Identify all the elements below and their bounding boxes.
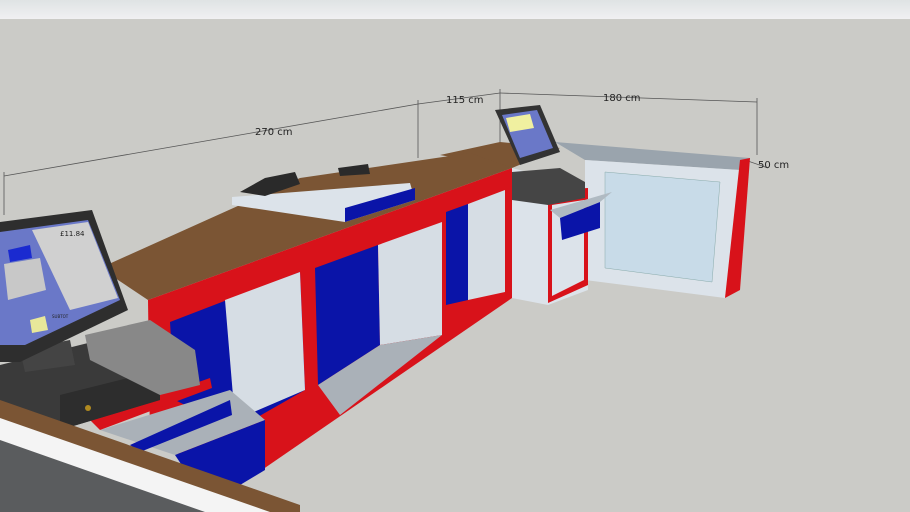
sky	[0, 0, 910, 19]
dimension-50: 50 cm	[758, 160, 789, 171]
dimension-270: 270 cm	[255, 127, 293, 138]
dimension-115: 115 cm	[446, 95, 484, 106]
pos-subtotal-button: SUBTOT	[52, 314, 69, 319]
dimension-180: 180 cm	[603, 93, 641, 104]
3d-model-viewport[interactable]: 270 cm 115 cm 180 cm 50 cm £11.84 SUBTOT	[0, 0, 910, 512]
pos-total: £11.84	[60, 230, 85, 238]
